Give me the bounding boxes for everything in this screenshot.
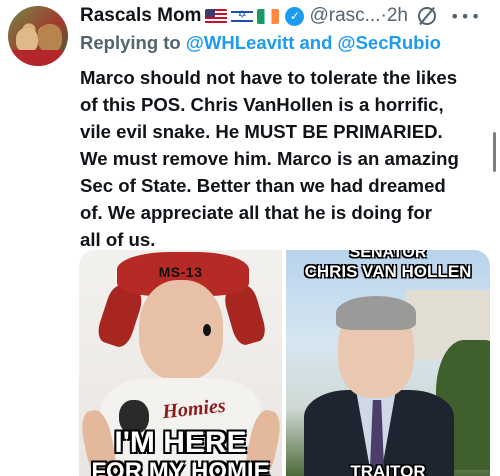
media-image-left[interactable]: MS-13 Homies I'M HERE FOR MY HOMIE xyxy=(79,250,282,476)
tweet-text: Marco should not have to tolerate the li… xyxy=(80,64,496,253)
media-image-right[interactable]: SENATOR CHRIS VAN HOLLEN TRAITOR xyxy=(286,250,490,476)
grok-icon[interactable] xyxy=(417,7,436,25)
more-options-icon[interactable]: ••• xyxy=(450,7,481,26)
cat-figure xyxy=(16,28,38,52)
ireland-flag-icon xyxy=(257,8,280,24)
israel-flag-icon xyxy=(231,8,254,24)
tweet-text-line: of this POS. Chris VanHollen is a horrif… xyxy=(80,94,444,115)
scrollbar[interactable] xyxy=(493,132,496,172)
avatar-background xyxy=(8,50,68,66)
meme-caption-top: I'M HERE xyxy=(114,426,247,459)
mention-link[interactable]: @WHLeavitt xyxy=(186,32,295,53)
replying-to-line: Replying to @WHLeavitt and @SecRubio xyxy=(80,32,441,54)
mention-link[interactable]: @SecRubio xyxy=(338,32,441,53)
tweet-text-line: Sec of State. Better than we had dreamed xyxy=(80,175,446,196)
replying-to-label: Replying to xyxy=(80,32,181,53)
us-flag-icon xyxy=(205,8,228,24)
caption-name: CHRIS VAN HOLLEN xyxy=(304,262,472,281)
author-name[interactable]: Rascals Mom xyxy=(80,5,201,27)
tweet-header: Rascals Mom ✓ @rasc... · 2h ••• xyxy=(80,2,496,30)
verified-badge-icon[interactable]: ✓ xyxy=(285,6,305,26)
tweet-text-line: all of us. xyxy=(80,229,156,250)
tweet-time[interactable]: 2h xyxy=(387,5,408,27)
caption-bottom: TRAITOR xyxy=(350,462,426,476)
mention-joiner: and xyxy=(299,32,333,53)
cat-figure xyxy=(38,24,62,52)
tweet-text-line: vile evil snake. He MUST BE PRIMARIED. xyxy=(80,121,443,142)
meme-caption-bottom: FOR MY HOMIE xyxy=(91,458,270,476)
avatar[interactable] xyxy=(8,6,68,66)
caption-title: SENATOR xyxy=(349,250,427,261)
tweet-text-line: Marco should not have to tolerate the li… xyxy=(80,67,458,88)
bandana-text: MS-13 xyxy=(158,264,203,280)
author-handle[interactable]: @rasc... xyxy=(309,5,380,27)
tweet-text-line: We must remove him. Marco is an amazing xyxy=(80,148,459,169)
media-grid: MS-13 Homies I'M HERE FOR MY HOMIE SENAT… xyxy=(79,250,490,476)
tweet-text-line: of. We appreciate all that he is doing f… xyxy=(80,202,432,223)
tear-tattoo xyxy=(203,324,211,336)
hair xyxy=(336,296,416,330)
